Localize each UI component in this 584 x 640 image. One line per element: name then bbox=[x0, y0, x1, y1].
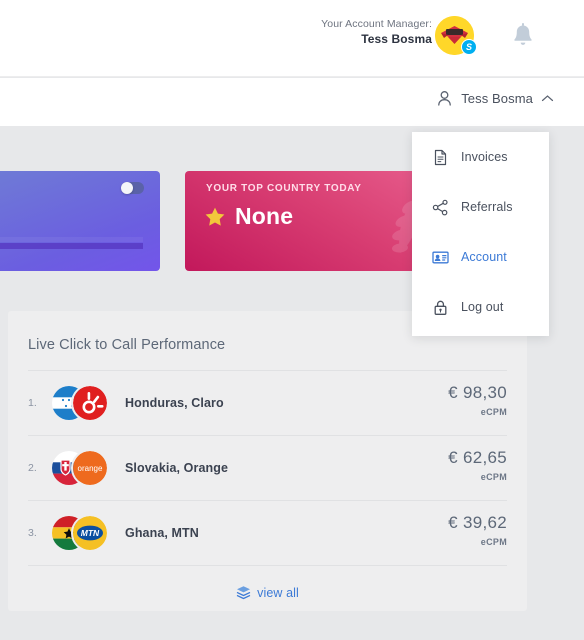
row-route: Slovakia, Orange bbox=[125, 461, 229, 475]
row-price-block: € 39,62 eCPM bbox=[448, 513, 507, 547]
row-unit: eCPM bbox=[480, 537, 507, 547]
star-icon bbox=[205, 207, 225, 226]
table-row[interactable]: 1. Honduras, Claro € 98,30 eCPM bbox=[28, 370, 507, 435]
table-row[interactable]: 2. orange Slovakia, Orange € 62,65 eCPM bbox=[28, 435, 507, 500]
row-icons bbox=[50, 384, 114, 422]
menu-item-label: Log out bbox=[461, 300, 504, 314]
layers-icon bbox=[236, 586, 251, 600]
row-price: € 39,62 bbox=[448, 513, 507, 532]
row-icons: orange bbox=[50, 449, 114, 487]
row-rank: 1. bbox=[28, 397, 37, 409]
top-country-value: None bbox=[235, 203, 294, 229]
claro-logo bbox=[71, 384, 109, 422]
toggle-knob bbox=[121, 182, 133, 194]
svg-text:orange: orange bbox=[78, 464, 103, 473]
live-performance-panel: Live Click to Call Performance 1. Hondur… bbox=[8, 311, 527, 611]
account-manager-label: Your Account Manager: bbox=[321, 18, 432, 30]
purple-summary-card[interactable] bbox=[0, 171, 160, 271]
top-country-label: YOUR TOP COUNTRY TODAY bbox=[206, 183, 362, 194]
nav-user-name: Tess Bosma bbox=[461, 91, 533, 106]
nav-bar: Tess Bosma bbox=[0, 78, 584, 126]
row-unit: eCPM bbox=[480, 472, 507, 482]
document-icon bbox=[434, 149, 447, 165]
id-card-icon bbox=[432, 251, 449, 263]
toggle-switch[interactable] bbox=[121, 182, 144, 194]
user-dropdown-menu: Invoices Referrals Account Log out bbox=[412, 132, 549, 336]
performance-list: 1. Honduras, Claro € 98,30 eCPM 2. orang… bbox=[28, 370, 507, 619]
view-all-link[interactable]: view all bbox=[257, 586, 299, 600]
row-rank: 3. bbox=[28, 527, 37, 539]
lock-icon bbox=[434, 300, 447, 315]
top-header: Your Account Manager: Tess Bosma S bbox=[0, 0, 584, 77]
menu-item-label: Account bbox=[461, 250, 507, 264]
row-price-block: € 98,30 eCPM bbox=[448, 383, 507, 417]
row-rank: 2. bbox=[28, 462, 37, 474]
view-all-row[interactable]: view all bbox=[28, 565, 507, 619]
row-price: € 62,65 bbox=[448, 448, 507, 467]
user-icon bbox=[438, 91, 452, 106]
row-route: Honduras, Claro bbox=[125, 396, 224, 410]
table-row[interactable]: 3. MTN Ghana, MTN € 39,62 eCPM bbox=[28, 500, 507, 565]
menu-item-invoices[interactable]: Invoices bbox=[412, 132, 549, 182]
orange-logo: orange bbox=[71, 449, 109, 487]
chevron-up-icon bbox=[541, 95, 554, 102]
row-price-block: € 62,65 eCPM bbox=[448, 448, 507, 482]
menu-item-label: Referrals bbox=[461, 200, 513, 214]
menu-item-logout[interactable]: Log out bbox=[412, 282, 549, 332]
menu-item-account[interactable]: Account bbox=[412, 232, 549, 282]
panel-title: Live Click to Call Performance bbox=[28, 337, 226, 353]
top-country-value-row: None bbox=[204, 203, 293, 230]
row-price: € 98,30 bbox=[448, 383, 507, 402]
skype-badge: S bbox=[461, 39, 477, 55]
notifications-bell[interactable] bbox=[508, 20, 538, 52]
account-manager-block: Your Account Manager: Tess Bosma bbox=[321, 17, 432, 47]
menu-item-referrals[interactable]: Referrals bbox=[412, 182, 549, 232]
bell-icon bbox=[514, 23, 532, 45]
row-unit: eCPM bbox=[480, 407, 507, 417]
share-icon bbox=[432, 199, 448, 215]
row-route: Ghana, MTN bbox=[125, 526, 199, 540]
svg-text:MTN: MTN bbox=[81, 528, 100, 538]
purple-card-bar-dark bbox=[0, 243, 143, 249]
menu-item-label: Invoices bbox=[461, 150, 508, 164]
user-menu-trigger[interactable]: Tess Bosma bbox=[436, 90, 554, 107]
mtn-logo: MTN bbox=[71, 514, 109, 552]
account-manager-name: Tess Bosma bbox=[361, 32, 432, 47]
row-icons: MTN bbox=[50, 514, 114, 552]
purple-card-bar-light bbox=[0, 237, 143, 242]
